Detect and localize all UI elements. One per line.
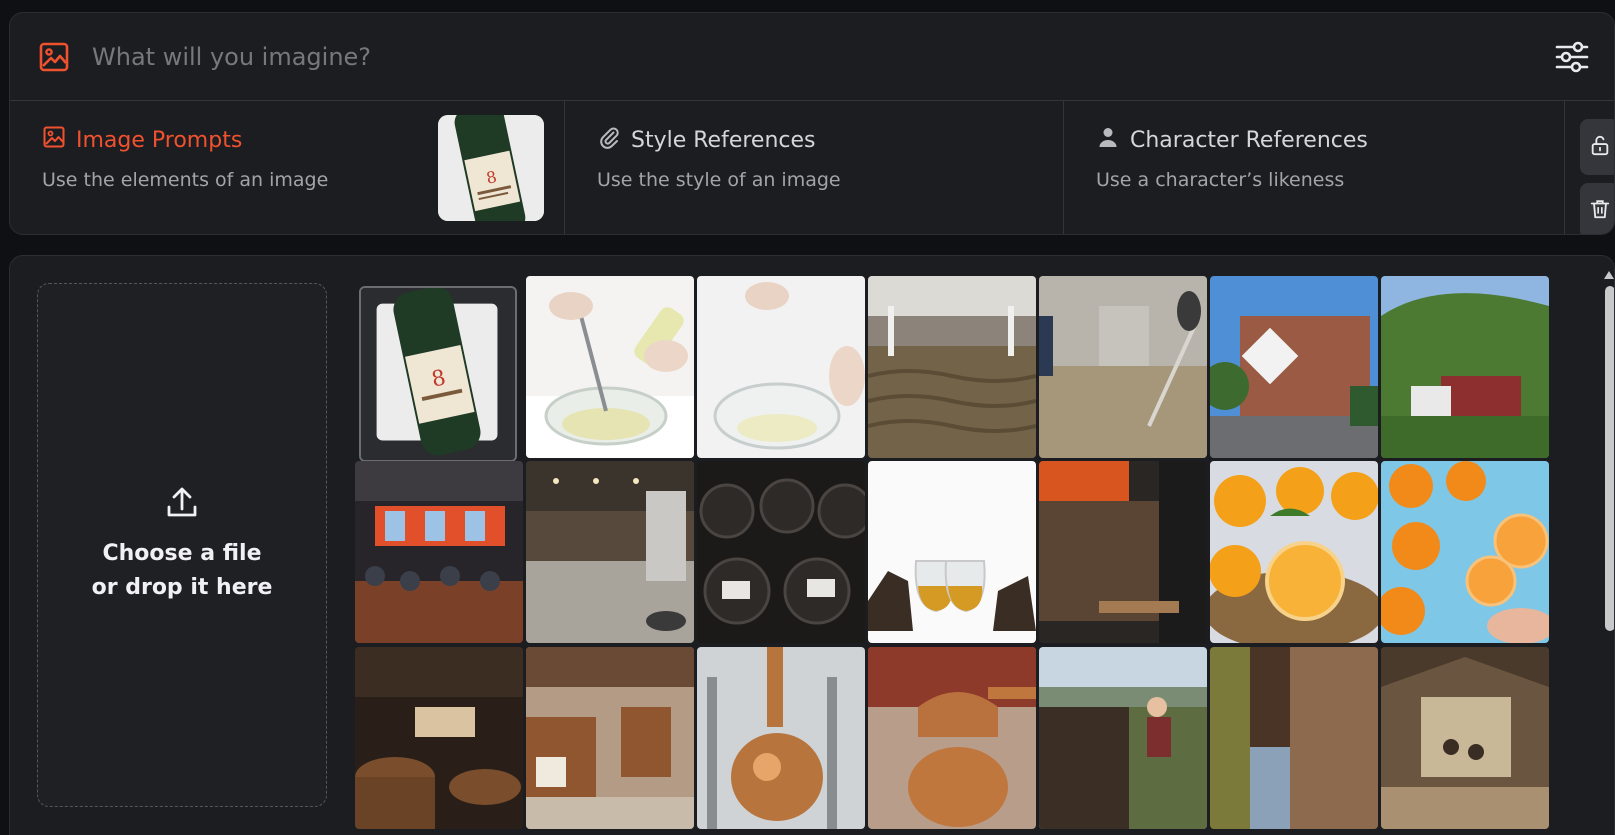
paperclip-icon (597, 125, 621, 155)
dropzone-text: Choose a file or drop it here (91, 541, 273, 600)
tab-style-references[interactable]: Style References Use the style of an ima… (565, 101, 1064, 234)
gallery-image-peat-trench[interactable] (1210, 647, 1378, 829)
tab-character-references-title: Character References (1096, 125, 1368, 155)
file-dropzone[interactable]: Choose a file or drop it here (37, 283, 327, 807)
tab-image-prompts[interactable]: Image Prompts Use the elements of an ima… (10, 101, 565, 234)
tab-subtitle: Use the style of an image (597, 169, 841, 191)
gallery-image-raking-grain[interactable] (1039, 276, 1207, 458)
image-icon (38, 41, 70, 73)
unlock-button[interactable] (1580, 119, 1614, 175)
gallery-image-visitor-centre[interactable] (355, 461, 523, 643)
gallery-image-warehouse[interactable] (526, 461, 694, 643)
gallery-image-peat-cutting[interactable] (1039, 647, 1207, 829)
tab-image-prompts-title: Image Prompts (42, 125, 242, 155)
upload-icon (164, 485, 200, 525)
scroll-up-icon[interactable] (1604, 264, 1614, 283)
gallery-image-glass-bowl[interactable] (697, 276, 865, 458)
gallery-image-whisky-glasses-peat[interactable] (868, 461, 1036, 643)
prompt-input[interactable] (92, 35, 1392, 79)
prompt-row (10, 13, 1614, 101)
gallery-image-malt-barn[interactable] (1381, 647, 1549, 829)
tab-subtitle: Use the elements of an image (42, 169, 329, 191)
gallery-image-casks[interactable] (697, 461, 865, 643)
tab-subtitle: Use a character’s likeness (1096, 169, 1345, 191)
image-gallery-panel: Choose a file or drop it here 8 (9, 255, 1615, 835)
gallery-image-distillery-hills[interactable] (1381, 276, 1549, 458)
tab-style-references-title: Style References (597, 125, 816, 155)
delete-button[interactable] (1580, 183, 1614, 234)
tab-label: Style References (631, 127, 816, 153)
gallery-image-bottle[interactable]: 8 (359, 286, 517, 462)
image-icon (42, 125, 66, 155)
gallery-image-yamazaki-distillery[interactable] (1210, 276, 1378, 458)
tab-character-references[interactable]: Character References Use a character’s l… (1064, 101, 1565, 234)
gallery-image-malting-floor[interactable] (868, 276, 1036, 458)
gallery-image-washbacks-dark[interactable] (355, 647, 523, 829)
image-prompt-thumbnail[interactable]: 8 (438, 115, 544, 221)
gallery-image-whisk-bowl[interactable] (526, 276, 694, 458)
gallery-image-washbacks[interactable] (526, 647, 694, 829)
prompt-panel: Image Prompts Use the elements of an ima… (9, 12, 1615, 235)
trash-icon (1589, 198, 1611, 224)
gallery-image-oranges-blue[interactable] (1381, 461, 1549, 643)
person-icon (1096, 125, 1120, 155)
gallery-scrollbar-thumb[interactable] (1605, 286, 1614, 631)
unlock-icon (1589, 134, 1611, 160)
tab-label: Character References (1130, 127, 1368, 153)
gallery-image-copper-still-1[interactable] (697, 647, 865, 829)
sliders-icon[interactable] (1554, 39, 1590, 75)
gallery-image-copper-still-2[interactable] (868, 647, 1036, 829)
tab-label: Image Prompts (76, 127, 243, 153)
gallery-image-peat-kiln[interactable] (1039, 461, 1207, 643)
gallery-image-oranges-basket[interactable] (1210, 461, 1378, 643)
